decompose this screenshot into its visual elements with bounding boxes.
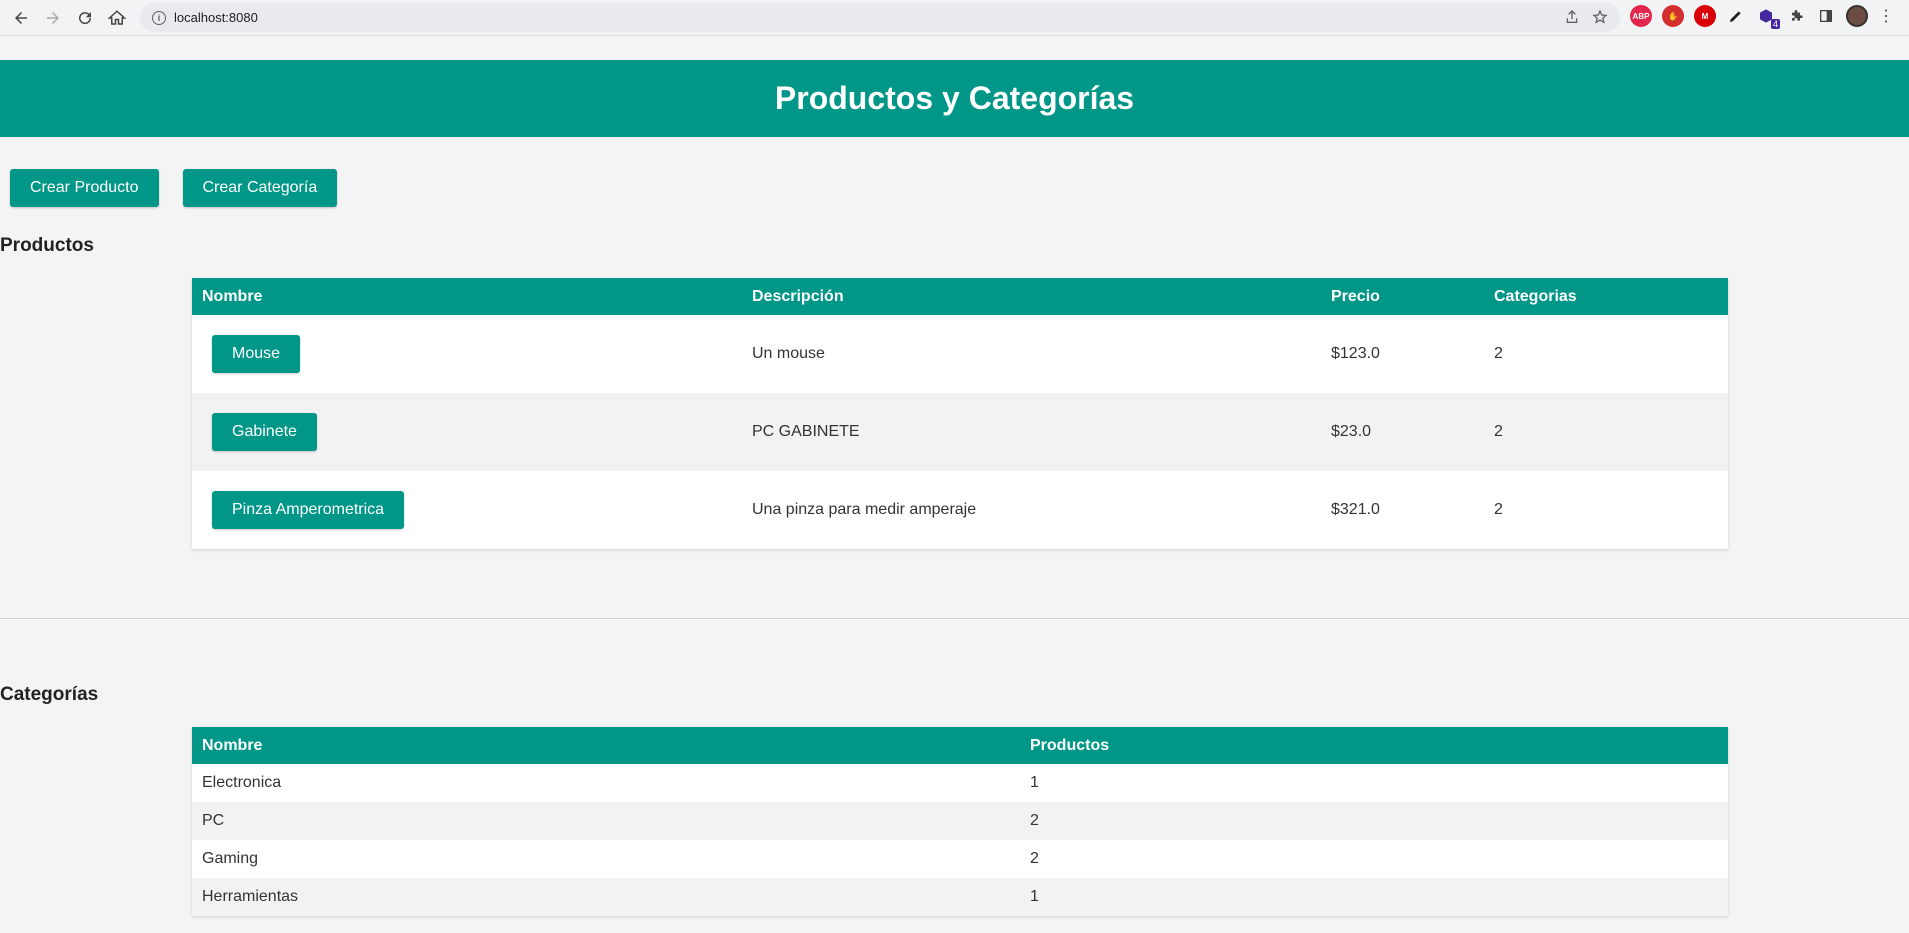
extensions-area: ABP ✋ M 4 ⋮: [1630, 5, 1894, 29]
cube-extension-icon[interactable]: 4: [1756, 6, 1780, 29]
browser-toolbar: i localhost:8080 ABP ✋ M 4 ⋮: [0, 0, 1909, 36]
product-price: $321.0: [1331, 501, 1380, 518]
back-icon[interactable]: [5, 2, 37, 34]
bookmark-star-icon[interactable]: [1592, 9, 1608, 30]
action-bar: Crear Producto Crear Categoría: [10, 169, 338, 207]
stop-hand-icon[interactable]: ✋: [1662, 5, 1684, 27]
column-header-price: Precio: [1321, 278, 1484, 315]
product-description: PC GABINETE: [752, 423, 860, 440]
menu-kebab-icon[interactable]: ⋮: [1878, 5, 1894, 27]
product-categories-count: 2: [1494, 345, 1503, 362]
share-icon[interactable]: [1564, 9, 1580, 30]
profile-avatar[interactable]: [1846, 5, 1868, 27]
create-product-button[interactable]: Crear Producto: [10, 169, 159, 207]
page-title: Productos y Categorías: [774, 80, 1135, 116]
adblock-icon[interactable]: ABP: [1630, 5, 1652, 27]
product-name-cell: Mouse: [192, 315, 742, 393]
page-header: Productos y Categorías: [0, 60, 1909, 137]
category-name: Herramientas: [202, 888, 299, 905]
table-row: Electronica 1: [192, 764, 1728, 802]
create-category-button[interactable]: Crear Categoría: [182, 169, 338, 207]
side-panel-icon[interactable]: [1816, 6, 1836, 26]
table-row: PC 2: [192, 802, 1728, 840]
product-name-cell: Gabinete: [192, 393, 742, 471]
reload-icon[interactable]: [69, 2, 101, 34]
product-categories-count: 2: [1494, 501, 1503, 518]
table-row: Mouse Un mouse $123.0 2: [192, 315, 1728, 393]
forward-icon[interactable]: [37, 2, 69, 34]
product-button-pinza[interactable]: Pinza Amperometrica: [212, 491, 405, 529]
category-products-count: 2: [1030, 850, 1039, 867]
column-header-products: Productos: [1020, 727, 1728, 764]
table-row: Pinza Amperometrica Una pinza para medir…: [192, 471, 1728, 549]
product-price: $23.0: [1331, 423, 1372, 440]
column-header-name: Nombre: [192, 727, 1020, 764]
column-header-description: Descripción: [742, 278, 1321, 315]
pen-extension-icon[interactable]: [1726, 6, 1746, 26]
product-description: Un mouse: [752, 345, 825, 362]
extension-badge: 4: [1770, 19, 1780, 29]
puzzle-icon[interactable]: [1786, 6, 1806, 26]
category-name: PC: [202, 812, 225, 829]
categories-table: Nombre Productos Electronica 1 PC 2 Gami…: [192, 727, 1728, 916]
products-heading: Productos: [0, 235, 94, 256]
url-text: localhost:8080: [174, 10, 258, 25]
products-table: Nombre Descripción Precio Categorias Mou…: [192, 278, 1728, 549]
table-row: Gabinete PC GABINETE $23.0 2: [192, 393, 1728, 471]
product-price: $123.0: [1331, 345, 1380, 362]
category-products-count: 1: [1030, 888, 1039, 905]
mega-icon[interactable]: M: [1694, 5, 1716, 27]
section-divider: [0, 618, 1909, 619]
table-header-row: Nombre Productos: [192, 727, 1728, 764]
category-name: Electronica: [202, 774, 282, 791]
product-description: Una pinza para medir amperaje: [752, 501, 977, 518]
address-bar[interactable]: i localhost:8080: [140, 3, 1620, 32]
category-name: Gaming: [202, 850, 259, 867]
table-row: Herramientas 1: [192, 878, 1728, 916]
product-categories-count: 2: [1494, 423, 1503, 440]
product-button-mouse[interactable]: Mouse: [212, 335, 301, 373]
category-products-count: 1: [1030, 774, 1039, 791]
table-row: Gaming 2: [192, 840, 1728, 878]
table-header-row: Nombre Descripción Precio Categorias: [192, 278, 1728, 315]
info-icon[interactable]: i: [152, 10, 166, 25]
category-products-count: 2: [1030, 812, 1039, 829]
product-name-cell: Pinza Amperometrica: [192, 471, 742, 549]
categories-heading: Categorías: [0, 684, 99, 705]
home-icon[interactable]: [101, 2, 133, 34]
column-header-categories: Categorias: [1484, 278, 1728, 315]
column-header-name: Nombre: [192, 278, 742, 315]
product-button-gabinete[interactable]: Gabinete: [212, 413, 317, 451]
